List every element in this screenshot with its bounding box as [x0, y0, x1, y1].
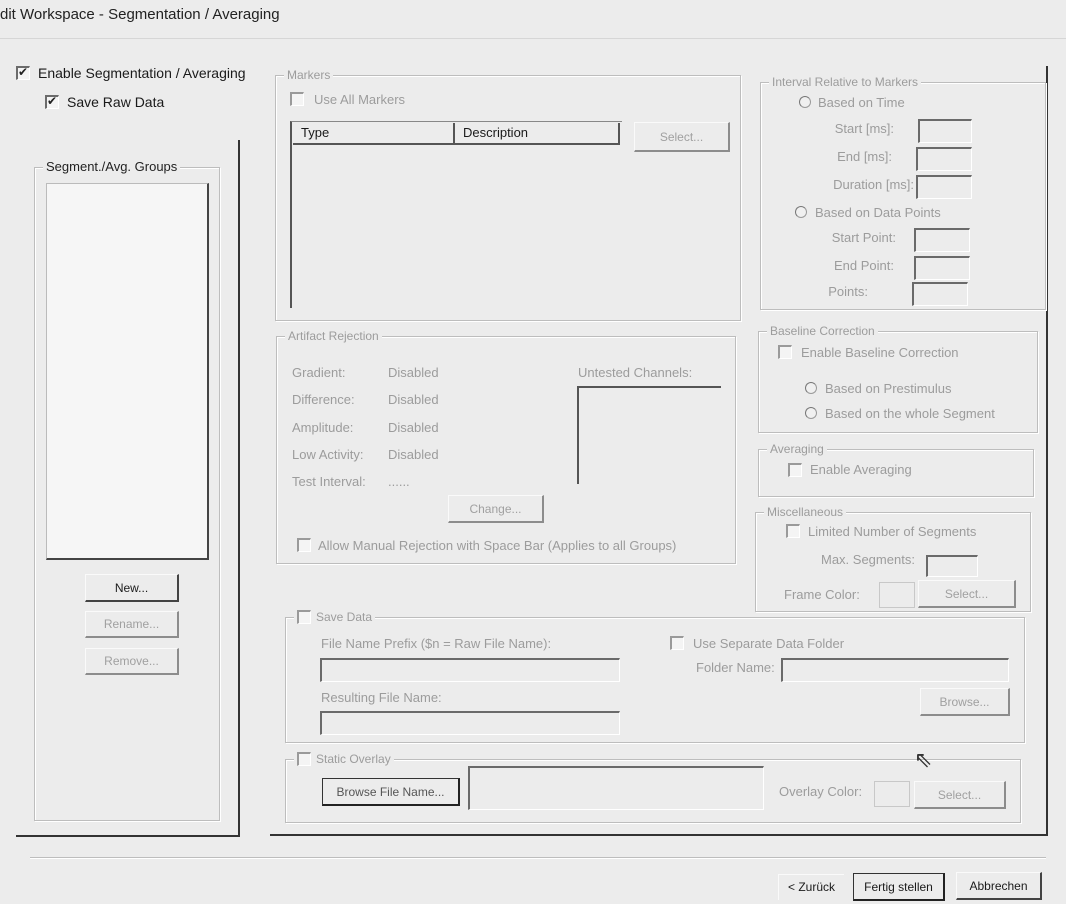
- markers-col-type[interactable]: Type: [293, 123, 455, 145]
- save-raw-data-checkbox[interactable]: [45, 94, 59, 109]
- allow-manual-rejection-checkbox[interactable]: [297, 538, 311, 552]
- frame-color-swatch: [879, 582, 915, 608]
- window-title: dit Workspace - Segmentation / Averaging: [0, 6, 280, 23]
- points-field[interactable]: [912, 282, 968, 306]
- overlay-color-select-button[interactable]: Select...: [914, 781, 1006, 809]
- rename-group-button[interactable]: Rename...: [85, 611, 179, 638]
- folder-name-field[interactable]: [781, 658, 1009, 682]
- duration-ms-field[interactable]: [916, 175, 972, 199]
- cancel-button[interactable]: Abbrechen: [956, 872, 1042, 900]
- enable-segmentation-checkbox[interactable]: [16, 65, 30, 80]
- max-segments-label: Max. Segments:: [821, 552, 915, 567]
- change-artifact-button[interactable]: Change...: [448, 495, 544, 523]
- separate-folder-label: Use Separate Data Folder: [693, 636, 845, 651]
- resulting-file-name-label: Resulting File Name:: [321, 690, 442, 705]
- save-raw-data-label: Save Raw Data: [67, 94, 165, 110]
- frame-color-select-button[interactable]: Select...: [918, 580, 1016, 608]
- averaging-title: Averaging: [767, 442, 827, 456]
- segment-groups-list[interactable]: [46, 183, 209, 560]
- untested-channels-label: Untested Channels:: [578, 365, 693, 380]
- remove-group-button[interactable]: Remove...: [85, 648, 179, 675]
- whole-segment-radio[interactable]: [805, 407, 817, 419]
- duration-ms-label: Duration [ms]:: [833, 177, 914, 192]
- browse-overlay-file-button[interactable]: Browse File Name...: [322, 778, 460, 806]
- resulting-file-name-field[interactable]: [320, 711, 620, 735]
- use-all-markers-checkbox[interactable]: [290, 92, 304, 106]
- overlay-color-label: Overlay Color:: [779, 784, 863, 799]
- separate-folder-checkbox[interactable]: [670, 636, 684, 650]
- whole-segment-label: Based on the whole Segment: [825, 406, 995, 421]
- overlay-file-name-field[interactable]: [468, 766, 764, 810]
- markers-select-button[interactable]: Select...: [634, 122, 730, 152]
- mouse-cursor-icon: ⇖: [914, 748, 933, 773]
- enable-baseline-checkbox[interactable]: [778, 345, 792, 359]
- points-label: Points:: [828, 284, 868, 299]
- end-point-label: End Point:: [834, 258, 894, 273]
- finish-button[interactable]: Fertig stellen: [853, 873, 945, 901]
- enable-averaging-checkbox[interactable]: [788, 463, 802, 477]
- end-ms-field[interactable]: [916, 147, 972, 171]
- start-point-label: Start Point:: [831, 230, 896, 245]
- difference-value: Disabled: [388, 392, 439, 407]
- limited-segments-label: Limited Number of Segments: [808, 524, 977, 539]
- prestimulus-radio[interactable]: [805, 382, 817, 394]
- amplitude-key: Amplitude:: [292, 420, 354, 435]
- enable-baseline-label: Enable Baseline Correction: [801, 345, 959, 360]
- markers-title: Markers: [284, 68, 334, 82]
- file-prefix-label: File Name Prefix ($n = Raw File Name):: [321, 636, 552, 651]
- frame-color-label: Frame Color:: [784, 587, 860, 602]
- footer-divider: [30, 857, 1046, 858]
- difference-key: Difference:: [292, 392, 355, 407]
- based-on-data-points-radio[interactable]: [795, 206, 807, 218]
- interval-title: Interval Relative to Markers: [769, 75, 922, 89]
- back-button[interactable]: < Zurück: [778, 874, 844, 900]
- overlay-color-swatch: [874, 781, 910, 807]
- segment-groups-title: Segment./Avg. Groups: [43, 160, 181, 174]
- end-ms-label: End [ms]:: [837, 149, 892, 164]
- static-overlay-checkbox[interactable]: [297, 752, 311, 766]
- baseline-correction-title: Baseline Correction: [767, 324, 878, 338]
- folder-name-label: Folder Name:: [696, 660, 775, 675]
- file-prefix-field[interactable]: [320, 658, 620, 682]
- browse-folder-button[interactable]: Browse...: [920, 688, 1010, 716]
- start-point-field[interactable]: [914, 228, 970, 252]
- test-interval-value: ......: [388, 474, 410, 489]
- title-divider: [0, 38, 1066, 39]
- allow-manual-rejection-label: Allow Manual Rejection with Space Bar (A…: [318, 538, 677, 553]
- gradient-key: Gradient:: [292, 365, 346, 380]
- gradient-value: Disabled: [388, 365, 439, 380]
- enable-segmentation-label: Enable Segmentation / Averaging: [38, 65, 246, 81]
- interval-group: Interval Relative to Markers: [760, 75, 1046, 310]
- low-activity-key: Low Activity:: [292, 447, 364, 462]
- start-ms-label: Start [ms]:: [834, 121, 894, 136]
- new-group-button[interactable]: New...: [85, 574, 179, 602]
- max-segments-field[interactable]: [926, 555, 978, 577]
- artifact-rejection-title: Artifact Rejection: [285, 329, 382, 343]
- test-interval-key: Test Interval:: [292, 474, 366, 489]
- untested-channels-list[interactable]: [577, 386, 721, 484]
- based-on-time-radio[interactable]: [799, 96, 811, 108]
- end-point-field[interactable]: [914, 256, 970, 280]
- low-activity-value: Disabled: [388, 447, 439, 462]
- save-data-checkbox[interactable]: [297, 610, 311, 624]
- based-on-time-label: Based on Time: [818, 95, 905, 110]
- prestimulus-label: Based on Prestimulus: [825, 381, 952, 396]
- markers-col-description[interactable]: Description: [455, 123, 620, 145]
- miscellaneous-title: Miscellaneous: [764, 505, 847, 519]
- limited-segments-checkbox[interactable]: [786, 524, 800, 538]
- enable-averaging-label: Enable Averaging: [810, 462, 912, 477]
- use-all-markers-label: Use All Markers: [314, 92, 406, 107]
- based-on-data-points-label: Based on Data Points: [815, 205, 941, 220]
- amplitude-value: Disabled: [388, 420, 439, 435]
- markers-table[interactable]: [290, 121, 622, 308]
- start-ms-field[interactable]: [918, 119, 972, 143]
